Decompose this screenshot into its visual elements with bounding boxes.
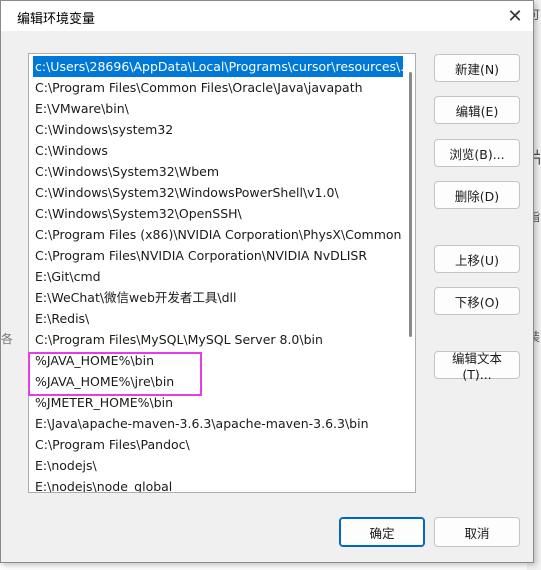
list-item[interactable]: C:\Program Files\Common Files\Oracle\Jav… — [33, 77, 403, 98]
edit-env-var-dialog: 编辑环境变量 ✕ c:\Users\28696\AppData\Local\Pr… — [0, 0, 534, 563]
list-item[interactable]: C:\Program Files\Pandoc\ — [33, 434, 403, 455]
list-item[interactable]: E:\nodejs\ — [33, 455, 403, 476]
edit-text-button[interactable]: 编辑文本(T)... — [434, 351, 520, 382]
browse-button[interactable]: 浏览(B)... — [434, 139, 520, 167]
path-list[interactable]: c:\Users\28696\AppData\Local\Programs\cu… — [28, 53, 416, 493]
move-down-button[interactable]: 下移(O) — [434, 287, 520, 315]
ok-button[interactable]: 确定 — [339, 517, 425, 547]
list-item[interactable]: C:\Windows\System32\OpenSSH\ — [33, 203, 403, 224]
new-button[interactable]: 新建(N) — [434, 54, 520, 82]
dialog-title: 编辑环境变量 — [17, 12, 96, 27]
list-item[interactable]: E:\nodejs\node_global — [33, 476, 403, 492]
close-button[interactable]: ✕ — [497, 1, 533, 31]
list-item[interactable]: C:\Program Files\NVIDIA Corporation\NVID… — [33, 245, 403, 266]
list-item[interactable]: C:\Windows — [33, 140, 403, 161]
move-up-button[interactable]: 上移(U) — [434, 245, 520, 273]
list-scrollbar[interactable] — [404, 54, 415, 492]
delete-button[interactable]: 删除(D) — [434, 181, 520, 209]
list-item[interactable]: c:\Users\28696\AppData\Local\Programs\cu… — [33, 56, 403, 77]
cancel-button[interactable]: 取消 — [434, 517, 520, 547]
list-item[interactable]: %JMETER_HOME%\bin — [33, 392, 403, 413]
list-item[interactable]: E:\Redis\ — [33, 308, 403, 329]
list-item[interactable]: %JAVA_HOME%\jre\bin — [33, 371, 403, 392]
list-item[interactable]: C:\Program Files\MySQL\MySQL Server 8.0\… — [33, 329, 403, 350]
list-item[interactable]: E:\WeChat\微信web开发者工具\dll — [33, 287, 403, 308]
edit-button[interactable]: 编辑(E) — [434, 96, 520, 124]
title-bar: 编辑环境变量 ✕ — [1, 1, 533, 31]
background-text: 各 — [1, 332, 13, 346]
list-item[interactable]: E:\Git\cmd — [33, 266, 403, 287]
list-item[interactable]: C:\Windows\System32\WindowsPowerShell\v1… — [33, 182, 403, 203]
close-icon: ✕ — [507, 5, 523, 27]
list-item[interactable]: E:\Java\apache-maven-3.6.3\apache-maven-… — [33, 413, 403, 434]
list-item[interactable]: C:\Program Files (x86)\NVIDIA Corporatio… — [33, 224, 403, 245]
list-item[interactable]: C:\Windows\System32\Wbem — [33, 161, 403, 182]
scrollbar-thumb[interactable] — [409, 72, 412, 337]
list-item[interactable]: E:\VMware\bin\ — [33, 98, 403, 119]
list-item[interactable]: %JAVA_HOME%\bin — [33, 350, 403, 371]
list-item[interactable]: C:\Windows\system32 — [33, 119, 403, 140]
